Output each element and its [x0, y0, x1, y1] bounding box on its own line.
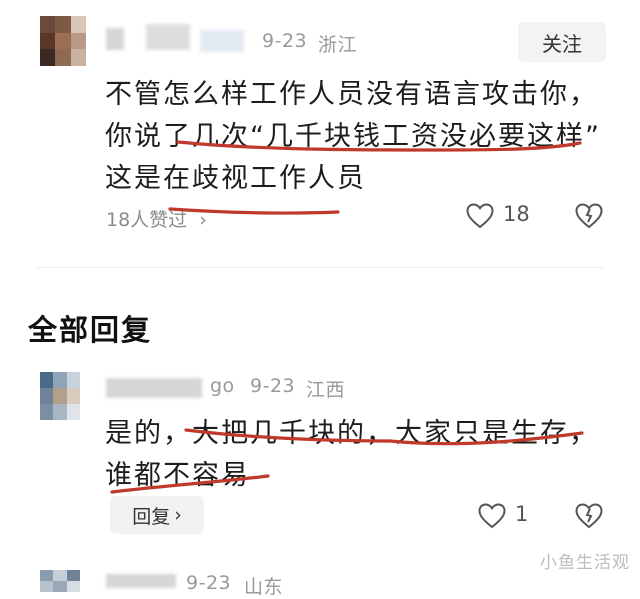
like-button[interactable] [478, 503, 506, 533]
heart-icon [478, 503, 506, 529]
comment-date: 9-23 [262, 30, 308, 52]
follow-button[interactable]: 关注 [518, 22, 606, 62]
username-blur [200, 30, 244, 52]
avatar[interactable] [40, 16, 86, 66]
username-blur [106, 28, 124, 50]
dislike-heart-icon [575, 503, 603, 529]
reply-location: 江西 [306, 379, 346, 401]
avatar[interactable] [40, 372, 80, 420]
comment-line: 你说了几次“几千块钱工资没必要这样” [105, 121, 601, 152]
like-count: 1 [515, 502, 529, 526]
reply-line: 谁都不容易 [105, 460, 250, 491]
likes-summary[interactable]: 18人赞过 › [106, 205, 207, 232]
chevron-right-icon: › [199, 209, 207, 231]
heart-icon [466, 203, 494, 229]
dislike-heart-icon [575, 203, 603, 229]
dislike-button[interactable] [575, 203, 603, 233]
reply-date: 9-23 [186, 572, 232, 594]
comment-line: 不管怎么样工作人员没有语言攻击你， [105, 79, 598, 110]
reply-line: 是的，大把几千块的，大家只是生存， [105, 418, 598, 449]
reply-username-suffix: go [210, 375, 235, 397]
divider [36, 267, 604, 268]
like-button[interactable] [466, 203, 494, 233]
reply-location: 山东 [244, 576, 284, 598]
username-blur [106, 378, 202, 398]
chevron-right-icon: › [174, 504, 182, 526]
dislike-button[interactable] [575, 503, 603, 533]
watermark: 小鱼生活观 [540, 553, 630, 573]
reply-button[interactable]: 回复 › [110, 496, 204, 534]
comment-line: 这是在歧视工作人员 [105, 163, 366, 194]
section-title: 全部回复 [28, 313, 153, 347]
likes-summary-text: 18人赞过 [106, 209, 188, 231]
avatar[interactable] [40, 570, 80, 592]
like-count: 18 [503, 202, 530, 226]
comment-location: 浙江 [318, 34, 358, 56]
reply-date: 9-23 [250, 375, 296, 397]
username-blur [106, 574, 176, 588]
reply-button-label: 回复 [132, 505, 171, 528]
username-blur [146, 24, 190, 50]
